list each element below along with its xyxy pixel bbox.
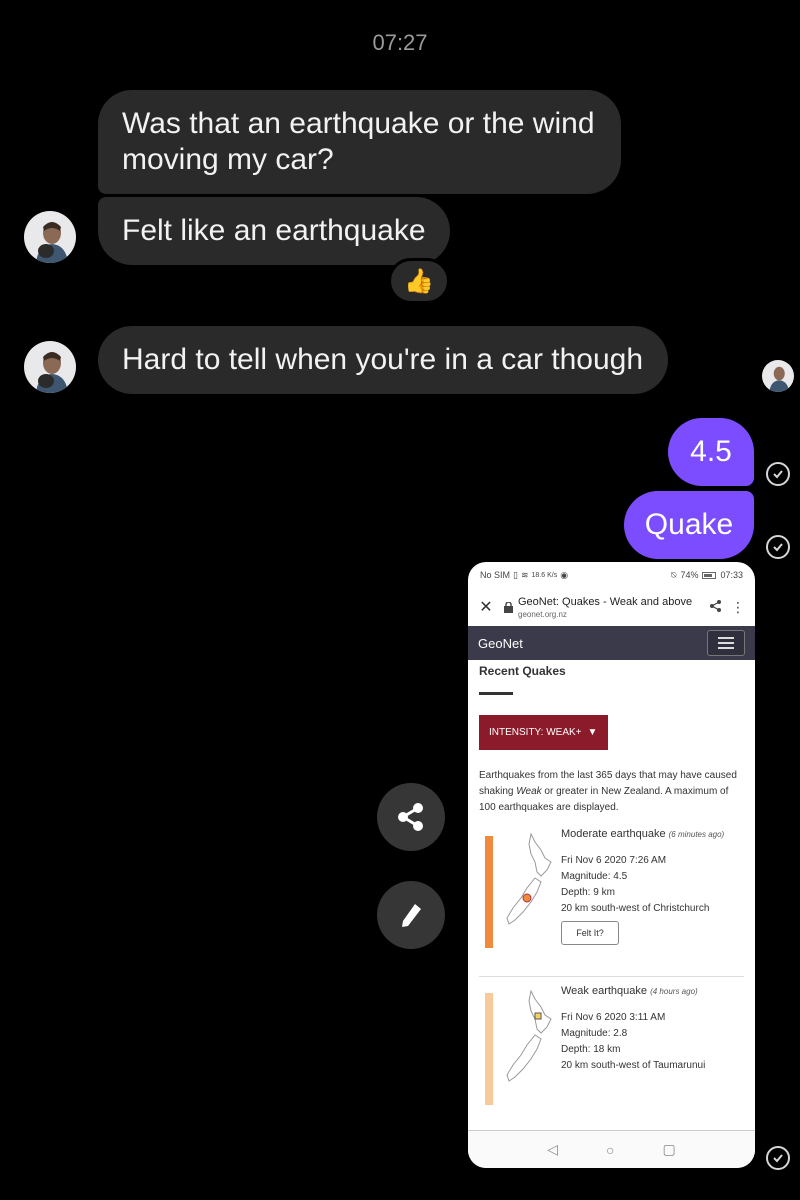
android-nav-bar: ◁ ○ ▢ [468,1130,755,1168]
quake-time: Fri Nov 6 2020 7:26 AM [561,855,667,866]
status-bar: No SIM ▯ ≋ 18.6 K/s ◉ ⍉ 74% 07:33 [468,562,755,588]
lock-icon [502,601,514,613]
home-icon[interactable]: ○ [606,1142,614,1158]
quake-depth: Depth: 18 km [561,1044,621,1055]
avatar-photo-icon [24,211,76,263]
sim-icon: ▯ [513,569,518,580]
quake-location: 20 km south-west of Christchurch [561,903,710,914]
filter-label: INTENSITY: WEAK+ [489,727,582,738]
quake-card[interactable]: Weak earthquake (4 hours ago) Fri Nov 6 … [479,983,744,1123]
avatar-photo-icon [762,360,794,392]
avatar[interactable] [24,211,76,263]
message-text: Felt like an earthquake [122,214,426,247]
message-text: Quake [644,508,734,541]
check-icon [766,535,790,559]
eye-icon: ◉ [560,569,569,580]
carrier-text: No SIM [480,570,511,580]
browser-toolbar: ✕ GeoNet: Quakes - Weak and above geonet… [468,588,755,626]
site-brand[interactable]: GeoNet [478,636,523,651]
intensity-filter-button[interactable]: INTENSITY: WEAK+ ▼ [479,715,608,750]
message-text: Hard to tell when you're in a car though [122,343,644,376]
clock-text: 07:33 [720,570,743,580]
description-emphasis: Weak [516,786,542,797]
shared-screenshot[interactable]: No SIM ▯ ≋ 18.6 K/s ◉ ⍉ 74% 07:33 ✕ GeoN… [468,562,755,1168]
share-button[interactable] [377,783,445,851]
message-bubble[interactable]: Hard to tell when you're in a car though [98,326,668,394]
share-icon[interactable] [705,599,727,616]
caret-down-icon: ▼ [587,727,598,738]
sent-message-bubble[interactable]: Quake [624,491,754,559]
title-underline [479,692,513,695]
quake-ago: (4 hours ago) [650,987,698,996]
sent-message-bubble[interactable]: 4.5 [668,418,754,486]
page-title: GeoNet: Quakes - Weak and above [518,595,693,608]
avatar-photo-icon [24,341,76,393]
hamburger-menu-icon[interactable] [707,630,745,656]
share-icon [398,803,423,831]
quake-location: 20 km south-west of Taumarunui [561,1060,706,1071]
intensity-color-bar [485,993,493,1105]
more-vert-icon[interactable]: ⋮ [727,599,749,616]
check-icon [766,1146,790,1170]
site-content: Recent Quakes INTENSITY: WEAK+ ▼ Earthqu… [468,660,755,1123]
check-icon [766,462,790,486]
edit-button[interactable] [377,881,445,949]
divider [479,976,744,977]
thumbs-up-icon: 👍 [404,267,434,295]
nz-map-icon [506,832,552,925]
message-text: Was that an earthquake or the wind movin… [122,107,595,176]
intensity-color-bar [485,836,493,948]
felt-it-button[interactable]: Felt It? [561,921,619,945]
message-bubble[interactable]: Was that an earthquake or the wind movin… [98,90,621,194]
reaction-badge[interactable]: 👍 [388,258,450,304]
quake-time: Fri Nov 6 2020 3:11 AM [561,1012,666,1023]
quake-card[interactable]: Moderate earthquake (6 minutes ago) Fri … [479,826,744,976]
page-domain: geonet.org.nz [518,609,567,619]
site-header: GeoNet [468,626,755,660]
message-text: 4.5 [690,435,732,468]
quake-intensity: Weak earthquake [561,985,648,997]
chat-timestamp: 07:27 [372,30,428,55]
quake-ago: (6 minutes ago) [668,830,725,839]
quake-magnitude: Magnitude: 2.8 [561,1028,628,1039]
mute-icon: ⍉ [671,569,677,580]
quake-depth: Depth: 9 km [561,887,615,898]
pencil-icon [402,904,421,927]
message-bubble[interactable]: Felt like an earthquake [98,197,450,265]
nz-map-icon [506,989,552,1082]
back-icon[interactable]: ◁ [547,1141,558,1158]
wifi-icon: ≋ [520,569,529,580]
quake-magnitude: Magnitude: 4.5 [561,871,628,882]
avatar[interactable] [24,341,76,393]
close-icon[interactable]: ✕ [474,597,498,617]
recents-icon[interactable]: ▢ [663,1141,676,1158]
battery-text: 74% [680,570,699,580]
speed-text: 18.6 K/s [531,571,558,579]
seen-avatar [762,360,794,392]
quake-intensity: Moderate earthquake [561,828,666,840]
battery-icon [702,571,717,579]
section-title: Recent Quakes [479,664,566,678]
description-text: Earthquakes from the last 365 days that … [479,768,744,816]
